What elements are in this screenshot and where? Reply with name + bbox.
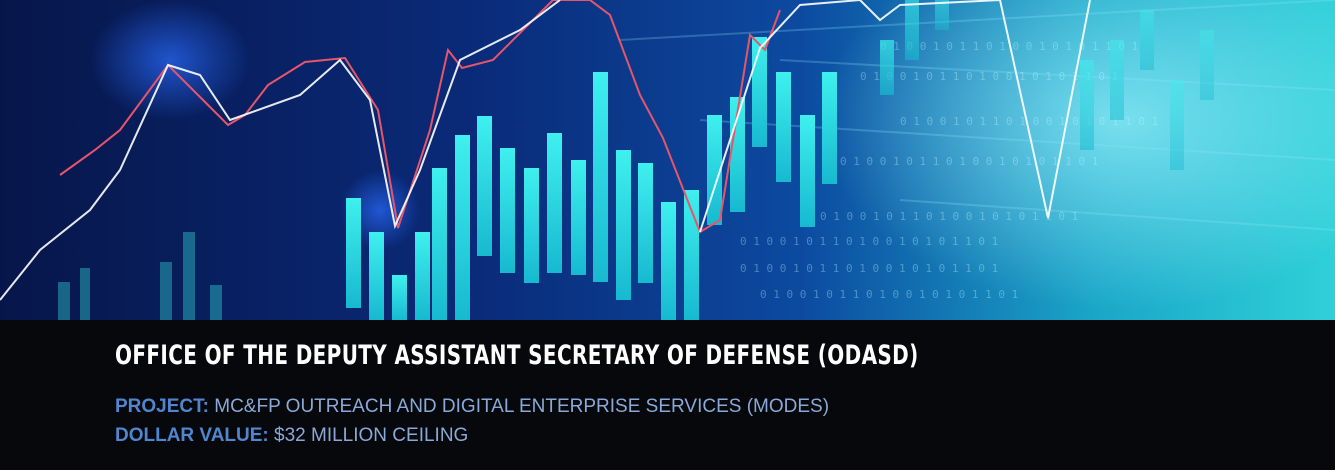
project-label: PROJECT: [115, 396, 209, 417]
dollar-value: $32 MILLION CEILING [274, 425, 469, 446]
svg-text:0 1 0 0 1 0 1 1 0 1 0 0 1 0 1: 0 1 0 0 1 0 1 1 0 1 0 0 1 0 1 0 1 1 0 1 [740, 262, 998, 275]
svg-text:0 1 0 0 1 0 1 1 0 1 0 0 1 0 1: 0 1 0 0 1 0 1 1 0 1 0 0 1 0 1 0 1 1 0 1 [760, 288, 1018, 301]
project-line: PROJECT: MC&FP OUTREACH AND DIGITAL ENTE… [115, 396, 829, 418]
white-trend-line [0, 0, 561, 301]
svg-text:0 1 0 0 1 0 1 1 0 1 0 0 1 0 1: 0 1 0 0 1 0 1 1 0 1 0 0 1 0 1 0 1 1 0 1 [820, 210, 1078, 223]
stock-chart-background: 0 1 0 0 1 0 1 1 0 1 0 0 1 0 1 0 1 1 0 1 … [0, 0, 1335, 320]
svg-text:0 1 0 0 1 0 1 1 0 1 0 0 1 0 1: 0 1 0 0 1 0 1 1 0 1 0 0 1 0 1 0 1 1 0 1 [740, 235, 998, 248]
faded-bars [58, 232, 222, 320]
project-value: MC&FP OUTREACH AND DIGITAL ENTERPRISE SE… [214, 396, 830, 417]
page-title: OFFICE OF THE DEPUTY ASSISTANT SECRETARY… [115, 340, 919, 371]
chart-illustration: 0 1 0 0 1 0 1 1 0 1 0 0 1 0 1 0 1 1 0 1 … [0, 0, 1335, 320]
hero-banner: 0 1 0 0 1 0 1 1 0 1 0 0 1 0 1 0 1 1 0 1 … [0, 0, 1335, 470]
dollar-value-line: DOLLAR VALUE: $32 MILLION CEILING [115, 425, 468, 447]
svg-text:0 1 0 0 1 0 1 1 0 1 0 0 1 0 1: 0 1 0 0 1 0 1 1 0 1 0 0 1 0 1 0 1 1 0 1 [860, 70, 1118, 83]
blue-glow [90, 0, 250, 120]
dollar-value-label: DOLLAR VALUE: [115, 425, 269, 446]
